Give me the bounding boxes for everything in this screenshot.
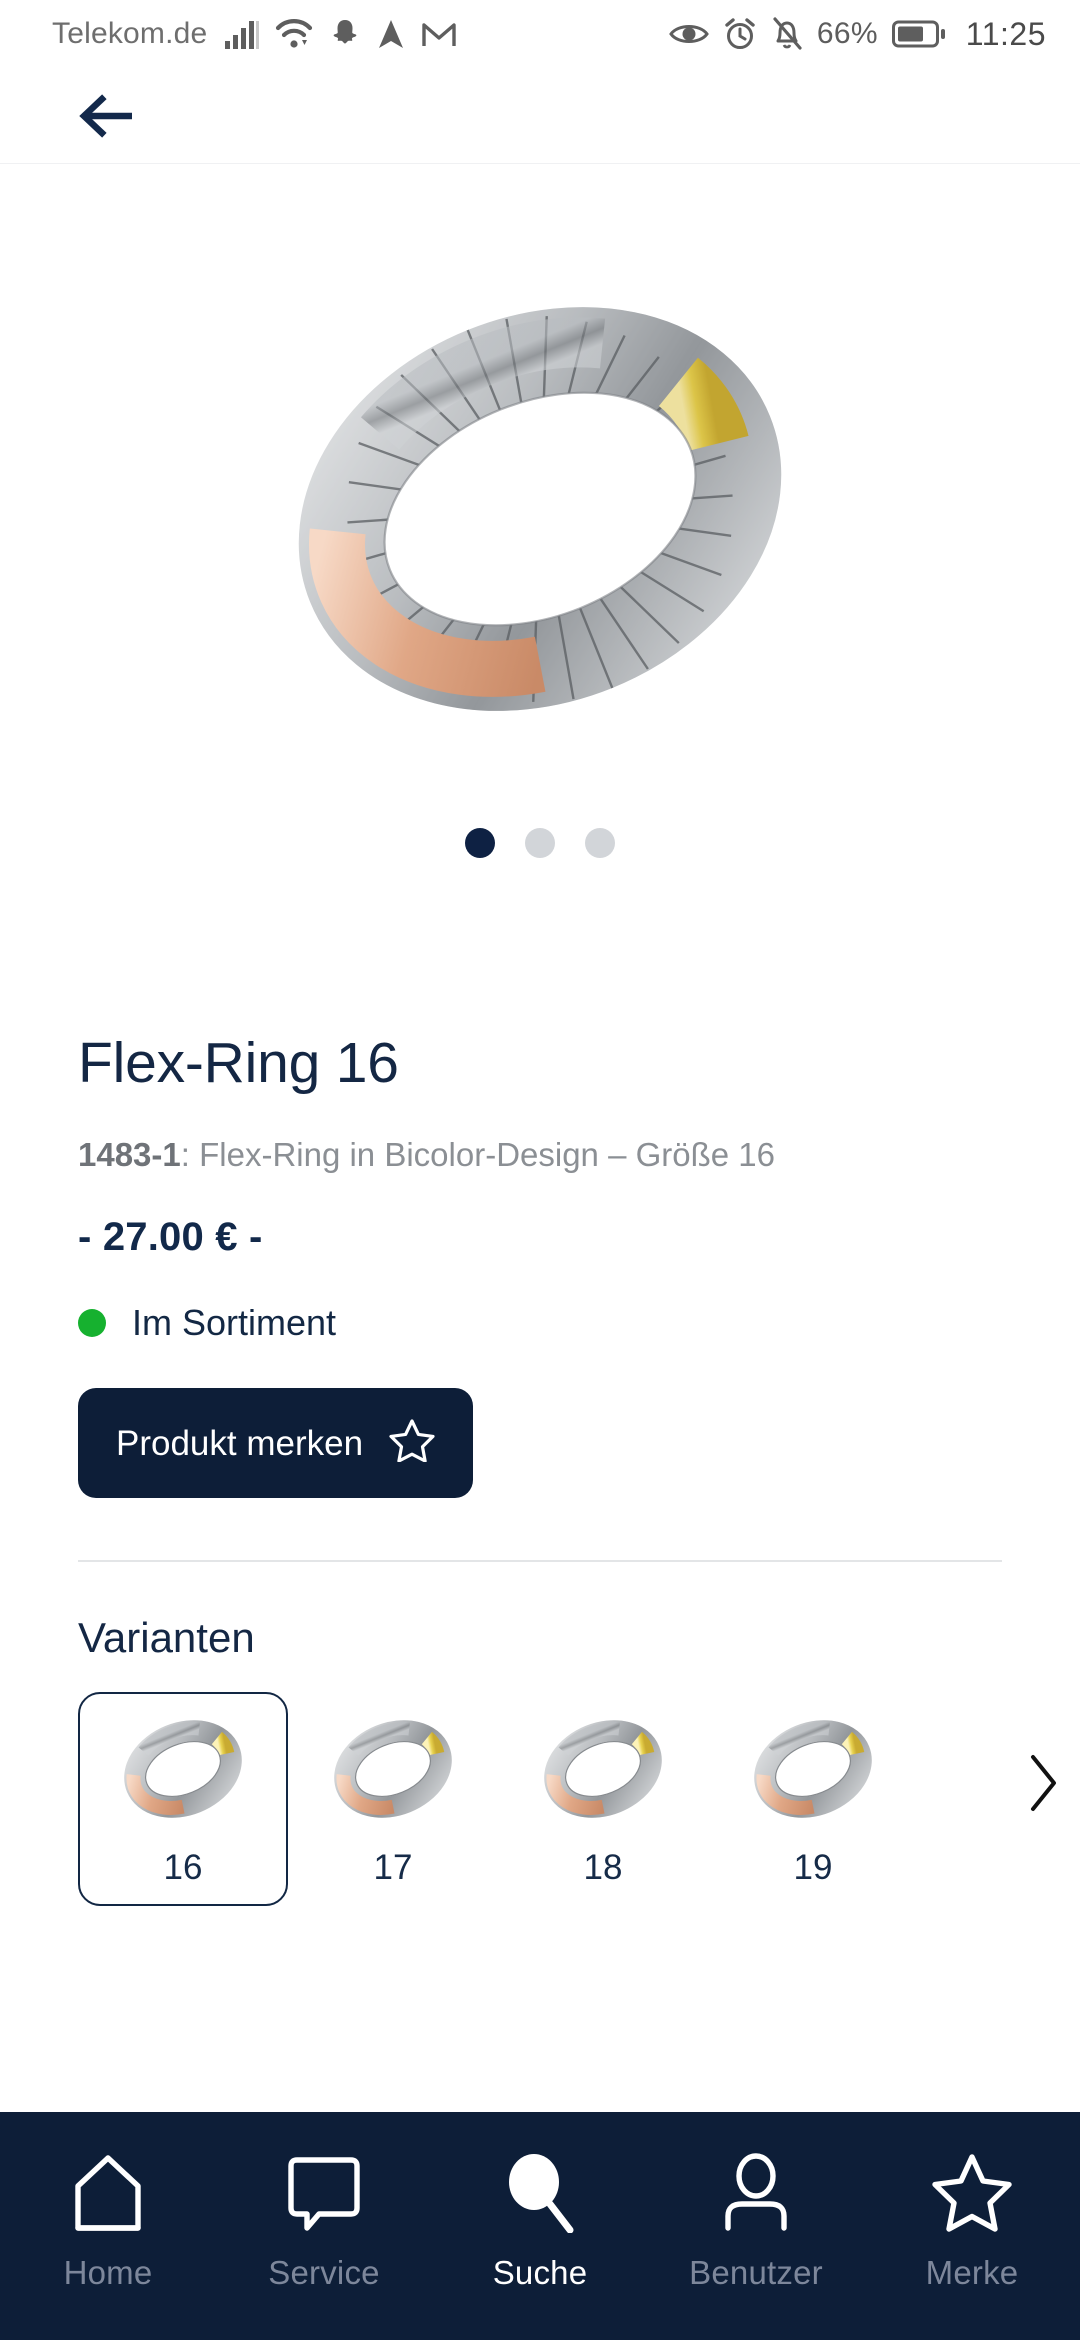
variant-thumbnail (528, 1708, 678, 1830)
page-title: Flex-Ring 16 (78, 1031, 399, 1095)
product-image[interactable] (260, 204, 820, 814)
nav-item-service[interactable]: Service (216, 2150, 432, 2292)
product-info: Flex-Ring 16 1483-1: Flex-Ring in Bicolo… (0, 1012, 1080, 1499)
user-icon (718, 2150, 794, 2234)
nav-item-suche[interactable]: Suche (432, 2150, 648, 2292)
bottom-navigation: Home Service Suche Benutzer Merke (0, 2112, 1080, 2340)
product-price: - 27.00 € - (78, 1215, 263, 1260)
back-button[interactable] (78, 86, 150, 146)
chevron-right-icon (1031, 1755, 1056, 1812)
save-product-label: Produkt merken (116, 1423, 364, 1463)
variant-option-19[interactable]: 19 (708, 1692, 918, 1906)
navigation-arrow-icon (377, 18, 405, 50)
subtitle-text: Flex-Ring in Bicolor-Design – Größe 16 (199, 1135, 775, 1173)
stock-dot-icon (78, 1309, 106, 1338)
gallery-dot-3[interactable] (585, 828, 615, 858)
snapchat-icon (329, 18, 361, 50)
wifi-icon (275, 18, 313, 50)
star-outline-icon (389, 1418, 435, 1468)
gallery-dot-1[interactable] (465, 828, 495, 858)
variant-label: 16 (163, 1848, 203, 1888)
variant-label: 17 (373, 1848, 413, 1888)
carrier-label: Telekom.de (52, 17, 208, 50)
eye-icon (669, 20, 709, 48)
status-badge: Im Sortiment (78, 1302, 1002, 1344)
stock-label: Im Sortiment (132, 1302, 337, 1344)
variant-option-18[interactable]: 18 (498, 1692, 708, 1906)
variants-row: 16 17 18 19 (78, 1692, 1080, 1907)
variant-option-16[interactable]: 16 (78, 1692, 288, 1907)
battery-icon (891, 20, 946, 48)
bell-muted-icon (771, 17, 803, 51)
clock-label: 11:25 (965, 15, 1046, 52)
gallery-dots[interactable] (465, 828, 615, 858)
gmail-icon (421, 19, 457, 49)
nav-label-home: Home (63, 2254, 153, 2291)
product-detail-screen: Telekom.de 66% 11:25 Flex-Ring 16 1483-1… (0, 0, 1080, 2340)
subtitle-separator: : (180, 1135, 200, 1173)
nav-item-merke[interactable]: Merke (864, 2150, 1080, 2292)
nav-label-benutzer: Benutzer (689, 2254, 823, 2291)
battery-percent-label: 66% (816, 17, 878, 50)
variant-thumbnail (318, 1708, 468, 1830)
home-icon (70, 2150, 146, 2234)
variants-next-button[interactable] (1008, 1748, 1078, 1818)
chat-bubble-icon (285, 2150, 363, 2234)
variant-thumbnail (738, 1708, 888, 1830)
product-subtitle: 1483-1: Flex-Ring in Bicolor-Design – Gr… (78, 1134, 1002, 1175)
nav-item-benutzer[interactable]: Benutzer (648, 2150, 864, 2292)
alarm-clock-icon (723, 17, 757, 51)
signal-bars-icon (225, 19, 260, 49)
variants-heading: Varianten (78, 1614, 255, 1662)
product-sku: 1483-1 (78, 1135, 181, 1173)
status-bar: Telekom.de 66% 11:25 (0, 0, 1080, 68)
search-icon (502, 2150, 578, 2234)
nav-label-merke: Merke (925, 2254, 1019, 2291)
star-icon (932, 2150, 1012, 2234)
product-gallery[interactable] (0, 164, 1080, 1012)
nav-item-home[interactable]: Home (0, 2150, 216, 2292)
app-header (0, 68, 1080, 164)
gallery-dot-2[interactable] (525, 828, 555, 858)
nav-label-suche: Suche (492, 2254, 588, 2291)
nav-label-service: Service (268, 2254, 380, 2291)
variants-section: Varianten 16 17 18 19 (0, 1562, 1080, 1907)
variant-label: 19 (793, 1848, 833, 1888)
variant-option-17[interactable]: 17 (288, 1692, 498, 1906)
variant-thumbnail (108, 1708, 258, 1830)
variant-label: 18 (583, 1848, 623, 1888)
save-product-button[interactable]: Produkt merken (78, 1388, 474, 1499)
arrow-left-icon (79, 93, 132, 138)
